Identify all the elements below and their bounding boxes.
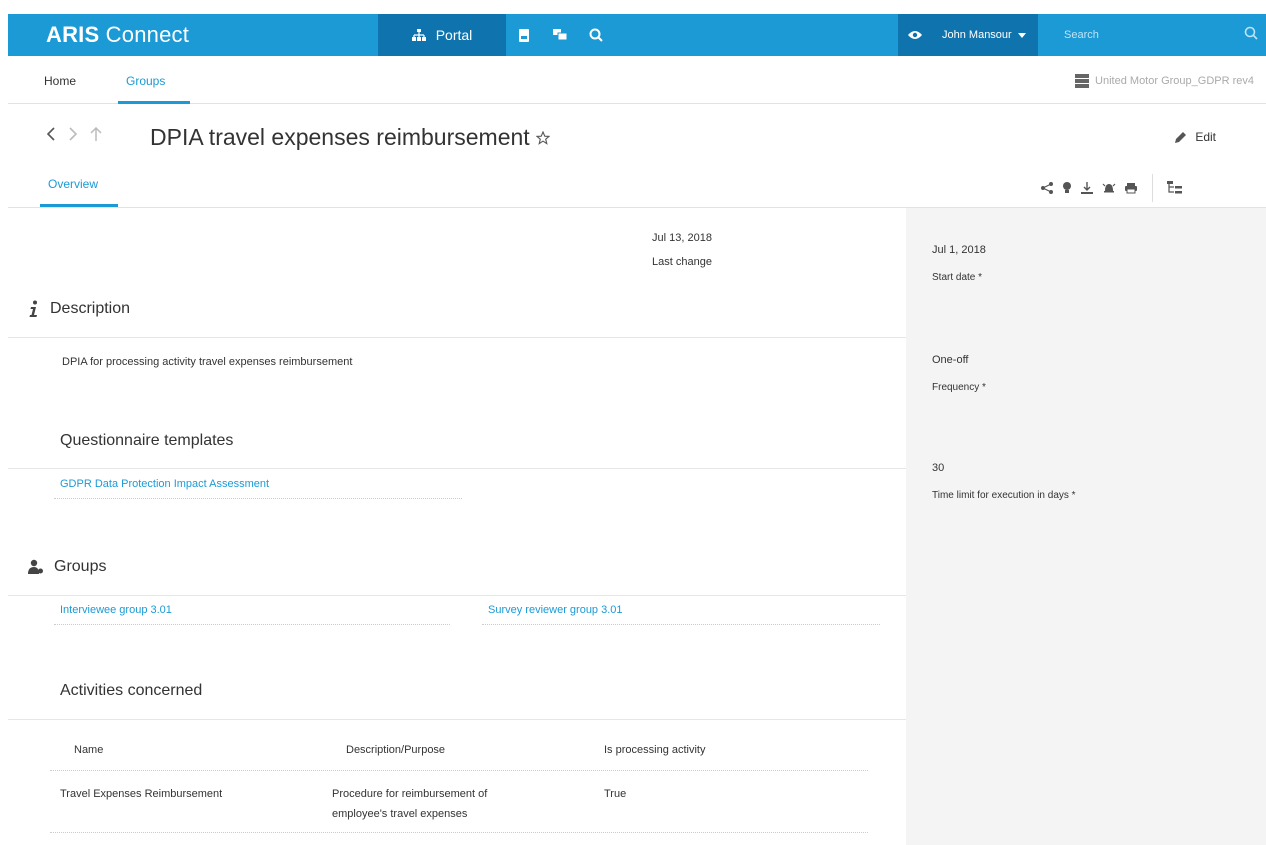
description-text: DPIA for processing activity travel expe… — [62, 356, 353, 368]
table-header-line — [50, 770, 868, 771]
top-bar: ARIS Connect Portal John Mansour Search — [8, 14, 1266, 56]
print-icon[interactable] — [1124, 181, 1138, 195]
groups-divider — [8, 595, 906, 596]
forward-icon[interactable] — [68, 126, 78, 142]
navigation-arrows — [46, 126, 102, 142]
repository-button[interactable] — [506, 14, 542, 56]
lightbulb-icon[interactable] — [1062, 181, 1072, 195]
portal-button[interactable]: Portal — [378, 14, 506, 56]
description-heading: Description — [50, 300, 131, 317]
page-title-row: DPIA travel expenses reimbursement — [150, 124, 550, 151]
start-date-label: Start date * — [932, 272, 983, 283]
book-icon — [518, 28, 530, 42]
time-limit-label: Time limit for execution in days * — [932, 490, 1076, 501]
database-icon — [1075, 74, 1090, 88]
toolbar-separator — [1152, 174, 1153, 202]
time-limit-value: 30 — [932, 462, 945, 474]
activities-heading: Activities concerned — [60, 682, 203, 699]
user-name: John Mansour — [942, 29, 1012, 41]
group-link-reviewer[interactable]: Survey reviewer group 3.01 — [488, 604, 623, 616]
brand-bold: ARIS — [46, 22, 100, 47]
questionnaire-heading: Questionnaire templates — [60, 432, 234, 449]
description-heading-row: Description — [28, 300, 130, 318]
last-change-date: Jul 13, 2018 — [652, 232, 712, 244]
row-description-line1: Procedure for reimbursement of — [332, 788, 488, 800]
collaboration-button[interactable] — [542, 14, 578, 56]
questionnaire-heading-row: Questionnaire templates — [60, 432, 233, 450]
groups-heading-row: Groups — [28, 558, 106, 576]
attributes-panel: Jul 1, 2018 Start date * One-off Frequen… — [906, 208, 1266, 845]
tree-view-icon[interactable] — [1167, 181, 1183, 195]
last-change-label: Last change — [652, 256, 712, 268]
search-submit-icon[interactable] — [1244, 26, 1258, 40]
table-row-line — [50, 832, 868, 833]
start-date-value: Jul 1, 2018 — [932, 244, 986, 256]
active-tab-indicator — [118, 101, 190, 104]
portal-label: Portal — [435, 27, 473, 43]
main-content: Jul 13, 2018 Last change Description DPI… — [8, 208, 906, 845]
search-input[interactable] — [1064, 25, 1234, 45]
frequency-label: Frequency * — [932, 382, 986, 393]
chat-icon — [553, 28, 567, 42]
row-description: Procedure for reimbursement of employee'… — [332, 784, 487, 824]
edit-label: Edit — [1195, 130, 1216, 144]
search-box — [1038, 14, 1266, 56]
share-icon[interactable] — [1040, 181, 1054, 195]
row-description-line2: employee's travel expenses — [332, 808, 468, 820]
download-icon[interactable] — [1080, 181, 1094, 195]
groups-heading: Groups — [54, 558, 107, 575]
info-icon — [28, 300, 40, 318]
column-header-name[interactable]: Name — [74, 744, 103, 756]
questionnaire-link[interactable]: GDPR Data Protection Impact Assessment — [60, 478, 269, 490]
caret-down-icon — [1017, 32, 1026, 38]
search-nav-button[interactable] — [578, 14, 614, 56]
top-nav: Portal — [378, 14, 614, 56]
activities-heading-row: Activities concerned — [60, 682, 202, 700]
eye-icon — [908, 30, 922, 40]
column-header-processing[interactable]: Is processing activity — [604, 744, 705, 756]
action-toolbar — [1040, 174, 1183, 202]
activities-divider — [8, 719, 906, 720]
row-processing: True — [604, 788, 627, 800]
back-icon[interactable] — [46, 126, 56, 142]
view-toggle-button[interactable] — [898, 14, 932, 56]
edit-button[interactable]: Edit — [1174, 130, 1216, 144]
group-row-line-2 — [482, 624, 880, 625]
row-name[interactable]: Travel Expenses Reimbursement — [60, 784, 222, 804]
main-tabs: Home Groups United Motor Group_GDPR rev4 — [8, 56, 1266, 104]
search-icon — [589, 28, 603, 42]
database-name: United Motor Group_GDPR rev4 — [1095, 75, 1254, 87]
questionnaire-divider — [8, 468, 906, 469]
notification-icon[interactable] — [1102, 181, 1116, 195]
group-link-interviewee[interactable]: Interviewee group 3.01 — [60, 604, 172, 616]
frequency-value: One-off — [932, 354, 969, 366]
tab-home[interactable]: Home — [44, 74, 76, 88]
brand-rest: Connect — [99, 22, 190, 47]
group-row-line-1 — [54, 624, 450, 625]
database-selector[interactable]: United Motor Group_GDPR rev4 — [1075, 74, 1254, 88]
column-header-description[interactable]: Description/Purpose — [346, 744, 445, 756]
tab-groups[interactable]: Groups — [126, 74, 165, 88]
star-icon[interactable] — [535, 130, 550, 145]
group-users-icon — [28, 559, 44, 575]
questionnaire-row-line — [54, 498, 462, 499]
user-menu[interactable]: John Mansour — [932, 14, 1038, 56]
tab-overview[interactable]: Overview — [48, 177, 98, 191]
app-logo[interactable]: ARIS Connect — [46, 22, 189, 48]
sitemap-icon — [411, 29, 426, 41]
page-title: DPIA travel expenses reimbursement — [150, 124, 530, 150]
description-divider — [8, 337, 906, 338]
up-icon[interactable] — [90, 126, 102, 142]
pencil-icon — [1174, 131, 1187, 144]
